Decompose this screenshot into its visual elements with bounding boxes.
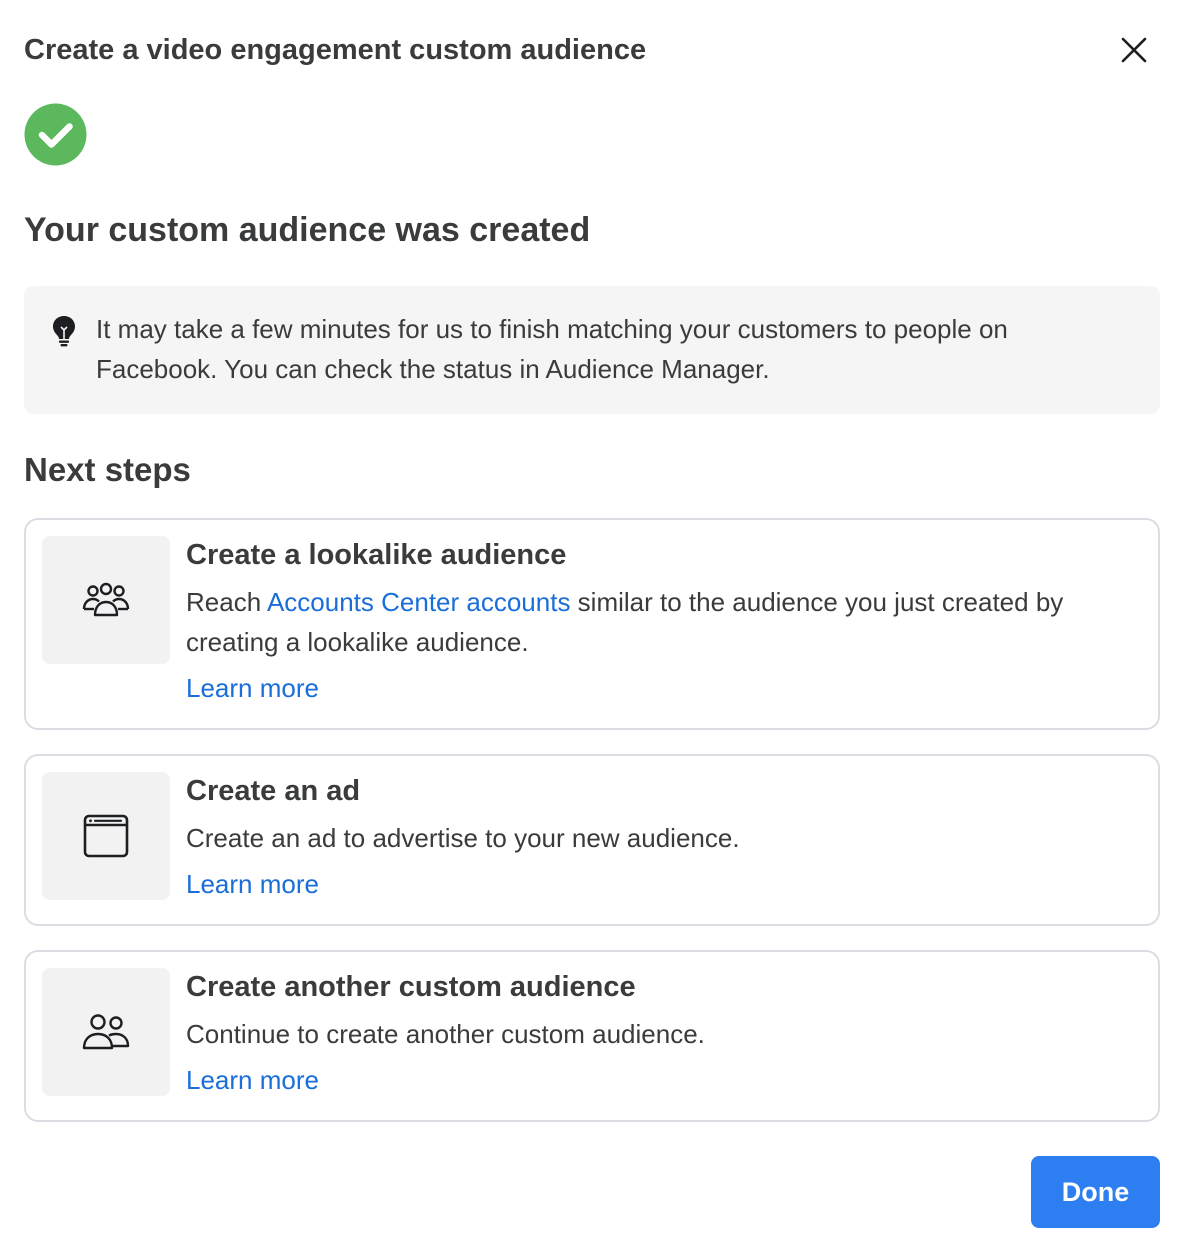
done-button[interactable]: Done	[1031, 1156, 1160, 1228]
people-pair-icon	[82, 1014, 130, 1050]
close-icon	[1121, 37, 1147, 63]
learn-more-link-lookalike[interactable]: Learn more	[186, 670, 319, 706]
info-text: It may take a few minutes for us to fini…	[96, 314, 1008, 384]
step-title: Create an ad	[186, 775, 361, 807]
step-title: Create a lookalike audience	[186, 539, 567, 571]
next-steps-title: Next steps	[24, 451, 191, 488]
step-desc-prefix: Reach	[186, 587, 267, 617]
step-content: Create a lookalike audience Reach Accoun…	[186, 534, 1146, 706]
check-circle-icon	[24, 103, 87, 166]
lightbulb-icon	[53, 316, 75, 347]
learn-more-link-create-ad[interactable]: Learn more	[186, 866, 319, 902]
step-icon-box	[42, 772, 170, 900]
custom-audience-dialog: Create a video engagement custom audienc…	[0, 0, 1184, 1238]
step-title: Create another custom audience	[186, 971, 636, 1003]
dialog-title: Create a video engagement custom audienc…	[24, 34, 647, 66]
step-description: Continue to create another custom audien…	[186, 1019, 705, 1049]
accounts-center-link[interactable]: Accounts Center accounts	[267, 587, 571, 617]
step-content: Create an ad Create an ad to advertise t…	[186, 770, 1146, 902]
step-description: Reach Accounts Center accounts similar t…	[186, 582, 1146, 662]
step-icon-box	[42, 968, 170, 1096]
close-button[interactable]	[1112, 28, 1156, 72]
browser-window-icon	[83, 814, 129, 858]
step-icon-box	[42, 536, 170, 664]
step-card-create-ad[interactable]: Create an ad Create an ad to advertise t…	[24, 754, 1160, 926]
info-banner: It may take a few minutes for us to fini…	[24, 286, 1160, 414]
step-content: Create another custom audience Continue …	[186, 966, 1146, 1098]
step-card-another-audience[interactable]: Create another custom audience Continue …	[24, 950, 1160, 1122]
step-card-lookalike[interactable]: Create a lookalike audience Reach Accoun…	[24, 518, 1160, 730]
step-description: Create an ad to advertise to your new au…	[186, 823, 740, 853]
success-headline: Your custom audience was created	[24, 211, 591, 249]
learn-more-link-another-audience[interactable]: Learn more	[186, 1062, 319, 1098]
people-group-icon	[82, 582, 130, 617]
